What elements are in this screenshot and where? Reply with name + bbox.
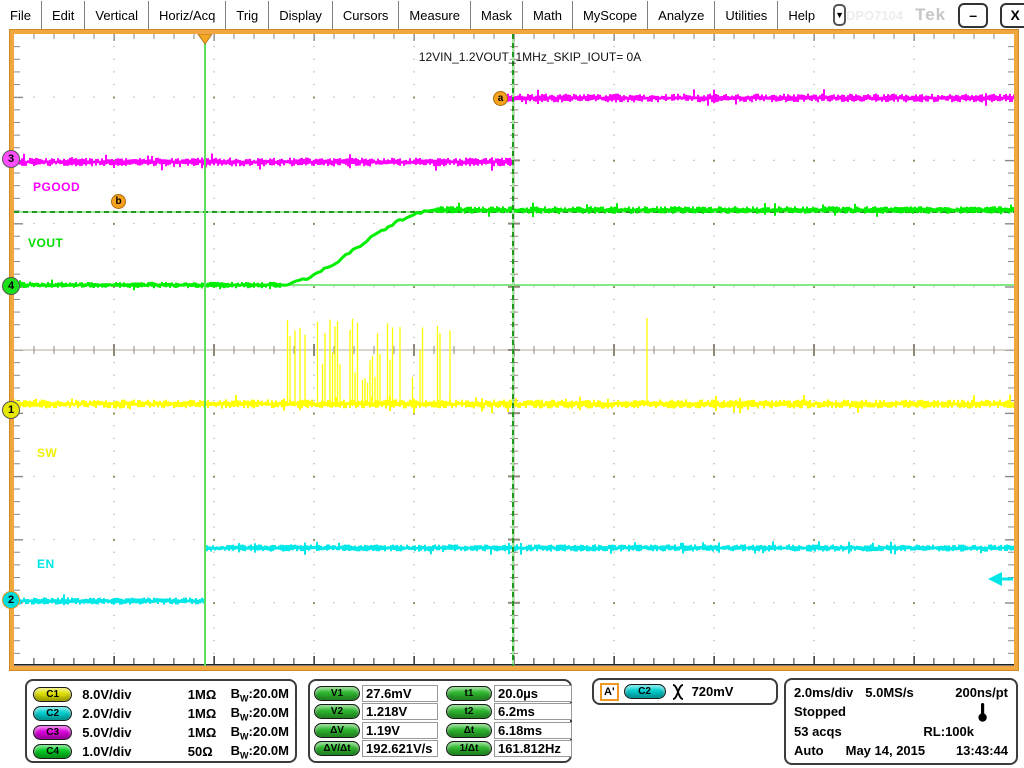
menu-math[interactable]: Math [523,1,573,30]
c4-impedance: 50Ω [188,744,231,759]
menu-edit[interactable]: Edit [42,1,85,30]
time-cursor-column: t120.0µs t26.2ms Δt6.18ms 1/Δt161.812Hz [446,684,572,758]
trigger-mode: Auto [794,743,824,758]
c1-pill[interactable]: C1 [33,687,72,702]
close-button[interactable]: X [1000,3,1024,28]
trigger-source-pill[interactable]: C2 [624,684,666,699]
c2-impedance: 1MΩ [188,706,231,721]
menu-myscope[interactable]: MyScope [573,1,648,30]
menu-horiz-acq[interactable]: Horiz/Acq [149,1,226,30]
screen-annotation: 12VIN_1.2VOUT_1MHz_SKIP_IOUT= 0A [380,50,680,64]
channel-row-c3[interactable]: C3 5.0V/div 1MΩ BW:20.0M [33,723,289,742]
dv-dt-value: 192.621V/s [362,740,438,757]
c3-scale: 5.0V/div [82,725,171,740]
menu-cursors[interactable]: Cursors [333,1,400,30]
t1-value: 20.0µs [494,685,572,702]
delta-v-value: 1.19V [362,722,438,739]
c3-impedance: 1MΩ [188,725,231,740]
menu-trig[interactable]: Trig [226,1,269,30]
c2-pill[interactable]: C2 [33,706,72,721]
edge-trigger-icon [671,683,687,701]
acquisition-count: 53 acqs [794,724,842,739]
channel-1-marker[interactable]: 1 [2,401,20,419]
model-label: DPO7104 [846,8,903,23]
close-icon: X [1010,7,1019,23]
resolution-value: 200ns/pt [955,685,1008,700]
time-value: 13:43:44 [956,743,1008,758]
trigger-aux-label: A' [600,683,619,701]
channel-row-c4[interactable]: C4 1.0V/div 50Ω BW:20.0M [33,742,289,761]
record-length: RL:100k [923,724,974,739]
menu-vertical[interactable]: Vertical [85,1,149,30]
date-value: May 14, 2015 [846,743,926,758]
t1-pill[interactable]: t1 [446,686,492,701]
v2-pill[interactable]: V2 [314,704,360,719]
v1-value: 27.6mV [362,685,438,702]
sample-rate-value: 5.0MS/s [865,685,913,700]
c1-scale: 8.0V/div [82,687,171,702]
tek-logo: Tek [915,5,946,25]
delta-t-pill[interactable]: Δt [446,723,492,738]
trace-label-pgood: PGOOD [33,180,80,194]
delta-v-pill[interactable]: ΔV [314,723,360,738]
cursor-b-handle[interactable]: b [111,194,126,209]
menu-display[interactable]: Display [269,1,333,30]
c1-impedance: 1MΩ [188,687,231,702]
channel-4-marker[interactable]: 4 [2,277,20,295]
titlebar-right: DPO7104 Tek – X [846,3,1024,28]
t2-value: 6.2ms [494,703,572,720]
v1-pill[interactable]: V1 [314,686,360,701]
cursor-readout-box: V127.6mV V21.218V ΔV1.19V ΔV/Δt192.621V/… [308,679,572,763]
menu-file[interactable]: File [0,1,42,30]
chevron-down-icon: ▼ [835,10,844,20]
graticule[interactable]: 12VIN_1.2VOUT_1MHz_SKIP_IOUT= 0A PGOOD V… [10,30,1018,670]
channel-2-marker[interactable]: 2 [2,591,20,609]
menu-measure[interactable]: Measure [399,1,471,30]
c3-pill[interactable]: C3 [33,725,72,740]
t2-pill[interactable]: t2 [446,704,492,719]
trace-label-vout: VOUT [28,236,63,250]
trigger-readout-box[interactable]: A' C2 720mV [592,678,778,705]
menu-help[interactable]: Help [778,1,825,30]
c2-scale: 2.0V/div [82,706,171,721]
v2-value: 1.218V [362,703,438,720]
minimize-icon: – [969,7,977,23]
trace-label-sw: SW [37,446,57,460]
channel-row-c1[interactable]: C1 8.0V/div 1MΩ BW:20.0M [33,685,289,704]
temperature-icon [977,702,988,722]
c4-bandwidth: BW:20.0M [231,743,289,761]
c1-bandwidth: BW:20.0M [231,686,289,704]
horizontal-status-box: 2.0ms/div 5.0MS/s 200ns/pt Stopped 53 ac… [784,678,1018,765]
channel-3-marker[interactable]: 3 [2,150,20,168]
c3-bandwidth: BW:20.0M [231,724,289,742]
c4-pill[interactable]: C4 [33,744,72,759]
voltage-cursor-column: V127.6mV V21.218V ΔV1.19V ΔV/Δt192.621V/… [314,684,438,758]
minimize-button[interactable]: – [958,3,988,28]
menu-mask[interactable]: Mask [471,1,523,30]
menu-utilities[interactable]: Utilities [715,1,778,30]
menu-overflow-button[interactable]: ▼ [833,4,846,26]
channel-row-c2[interactable]: C2 2.0V/div 1MΩ BW:20.0M [33,704,289,723]
trace-label-en: EN [37,557,55,571]
trigger-level-value: 720mV [692,684,734,699]
cursor-a-handle[interactable]: a [493,91,508,106]
waveform-svg [14,34,1014,666]
acquisition-state: Stopped [794,704,846,719]
menu-analyze[interactable]: Analyze [648,1,715,30]
timebase-value: 2.0ms/div [794,685,853,700]
inv-delta-t-value: 161.812Hz [494,740,572,757]
c4-scale: 1.0V/div [82,744,171,759]
dv-dt-pill[interactable]: ΔV/Δt [314,741,360,756]
delta-t-value: 6.18ms [494,722,572,739]
c2-bandwidth: BW:20.0M [231,705,289,723]
menu-bar: File Edit Vertical Horiz/Acq Trig Displa… [0,0,1024,30]
inv-delta-t-pill[interactable]: 1/Δt [446,741,492,756]
channel-readout-box: C1 8.0V/div 1MΩ BW:20.0M C2 2.0V/div 1MΩ… [25,679,297,763]
